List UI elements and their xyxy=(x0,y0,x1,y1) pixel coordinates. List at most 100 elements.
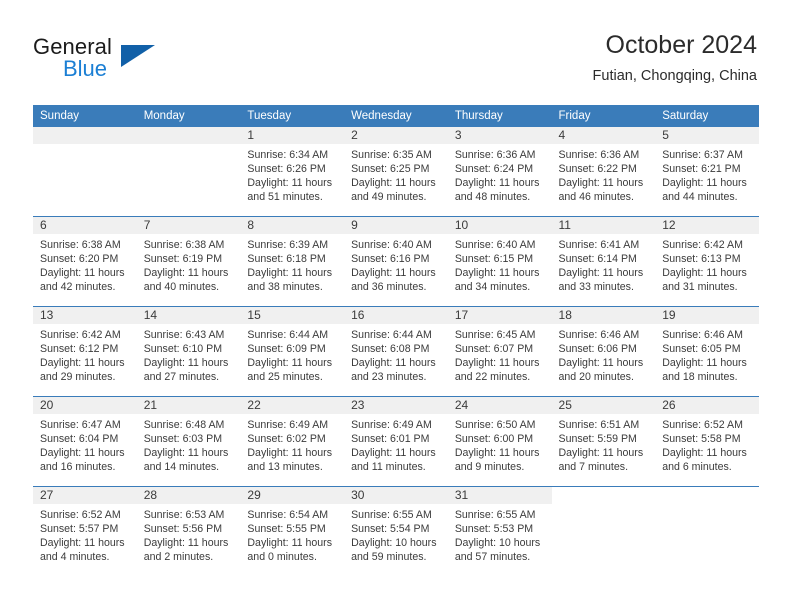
day-number: 25 xyxy=(551,397,656,414)
day-number: 10 xyxy=(447,217,552,234)
day-number: 7 xyxy=(136,217,241,234)
calendar-day-cell[interactable]: 6 Sunrise: 6:38 AM Sunset: 6:20 PM Daylight… xyxy=(33,216,137,307)
day-details: Sunrise: 6:44 AM Sunset: 6:08 PM Daylight:… xyxy=(344,324,448,384)
sunset-text: Sunset: 6:06 PM xyxy=(558,343,637,356)
day-number: 31 xyxy=(447,487,552,504)
day-details: Sunrise: 6:42 AM Sunset: 6:12 PM Daylight:… xyxy=(33,324,137,384)
calendar-day-cell[interactable]: 11 Sunrise: 6:41 AM Sunset: 6:14 PM Dayligh… xyxy=(551,216,656,307)
sunset-text: Sunset: 6:22 PM xyxy=(558,163,637,176)
day-details: Sunrise: 6:55 AM Sunset: 5:53 PM Daylight:… xyxy=(448,504,552,564)
title-block: October 2024 Futian, Chongqing, China xyxy=(593,30,757,86)
daylight-text-line1: Daylight: 11 hours xyxy=(247,447,333,460)
sunrise-text: Sunrise: 6:55 AM xyxy=(454,509,536,521)
calendar-day-cell[interactable]: 27 Sunrise: 6:52 AM Sunset: 5:57 PM Dayligh… xyxy=(33,486,137,576)
calendar-day-cell[interactable]: 4 Sunrise: 6:36 AM Sunset: 6:22 PM Daylight… xyxy=(551,127,656,217)
daylight-text-line2: and 34 minutes. xyxy=(454,281,531,294)
calendar-day-cell[interactable]: 12 Sunrise: 6:42 AM Sunset: 6:13 PM Dayligh… xyxy=(655,216,759,307)
sunrise-text: Sunrise: 6:41 AM xyxy=(558,239,640,251)
day-details: Sunrise: 6:35 AM Sunset: 6:25 PM Daylight:… xyxy=(344,144,448,204)
day-number: 30 xyxy=(344,487,448,504)
calendar-day-cell[interactable]: 1 Sunrise: 6:34 AM Sunset: 6:26 PM Daylight… xyxy=(240,127,345,217)
daylight-text-line2: and 49 minutes. xyxy=(351,191,427,204)
day-details: Sunrise: 6:47 AM Sunset: 6:04 PM Daylight:… xyxy=(33,414,137,474)
sunset-text: Sunset: 5:57 PM xyxy=(40,523,119,536)
sunrise-text: Sunrise: 6:54 AM xyxy=(247,509,329,521)
daylight-text-line2: and 14 minutes. xyxy=(143,461,220,474)
daylight-text-line1: Daylight: 11 hours xyxy=(143,357,229,370)
calendar-day-cell[interactable]: 25 Sunrise: 6:51 AM Sunset: 5:59 PM Dayligh… xyxy=(551,396,656,487)
sunrise-text: Sunrise: 6:36 AM xyxy=(454,149,536,161)
day-number: 20 xyxy=(33,397,137,414)
daylight-text-line2: and 2 minutes. xyxy=(143,551,214,564)
sunrise-text: Sunrise: 6:55 AM xyxy=(351,509,432,521)
calendar-week-row: 1 Sunrise: 6:34 AM Sunset: 6:26 PM Daylight… xyxy=(33,127,759,217)
calendar-day-cell[interactable]: 17 Sunrise: 6:45 AM Sunset: 6:07 PM Dayligh… xyxy=(447,306,552,397)
sunset-text: Sunset: 5:53 PM xyxy=(454,523,534,536)
calendar-day-cell[interactable]: 14 Sunrise: 6:43 AM Sunset: 6:10 PM Dayligh… xyxy=(136,306,241,397)
day-number: 17 xyxy=(447,307,552,324)
daylight-text-line1: Daylight: 11 hours xyxy=(351,357,436,370)
daylight-text-line1: Daylight: 11 hours xyxy=(247,357,333,370)
sunset-text: Sunset: 5:55 PM xyxy=(247,523,326,536)
daylight-text-line1: Daylight: 11 hours xyxy=(558,447,644,460)
calendar-day-cell[interactable]: 9 Sunrise: 6:40 AM Sunset: 6:16 PM Daylight… xyxy=(344,216,448,307)
calendar-day-cell[interactable]: 2 Sunrise: 6:35 AM Sunset: 6:25 PM Daylight… xyxy=(344,127,448,217)
daylight-text-line1: Daylight: 11 hours xyxy=(351,447,436,460)
day-details: Sunrise: 6:38 AM Sunset: 6:20 PM Daylight:… xyxy=(33,234,137,294)
day-number: 2 xyxy=(344,127,448,144)
sunrise-text: Sunrise: 6:40 AM xyxy=(454,239,536,251)
calendar-day-cell[interactable]: 29 Sunrise: 6:54 AM Sunset: 5:55 PM Dayligh… xyxy=(240,486,345,576)
calendar-header-row: Sunday Monday Tuesday Wednesday Thursday… xyxy=(33,105,759,127)
calendar-day-cell[interactable]: 28 Sunrise: 6:53 AM Sunset: 5:56 PM Dayligh… xyxy=(136,486,241,576)
calendar-empty-cell xyxy=(33,127,137,217)
calendar-day-cell[interactable]: 19 Sunrise: 6:46 AM Sunset: 6:05 PM Dayligh… xyxy=(655,306,759,397)
calendar-day-cell[interactable]: 20 Sunrise: 6:47 AM Sunset: 6:04 PM Dayligh… xyxy=(33,396,137,487)
calendar-day-cell[interactable]: 16 Sunrise: 6:44 AM Sunset: 6:08 PM Dayligh… xyxy=(344,306,448,397)
day-number: 3 xyxy=(447,127,552,144)
calendar-day-cell[interactable]: 7 Sunrise: 6:38 AM Sunset: 6:19 PM Daylight… xyxy=(136,216,241,307)
sunrise-text: Sunrise: 6:38 AM xyxy=(143,239,225,251)
weekday-header-wednesday: Wednesday xyxy=(344,105,448,127)
calendar-day-cell[interactable]: 10 Sunrise: 6:40 AM Sunset: 6:15 PM Dayligh… xyxy=(447,216,552,307)
weekday-header-friday: Friday xyxy=(551,105,656,127)
daylight-text-line1: Daylight: 11 hours xyxy=(662,447,747,460)
sunrise-text: Sunrise: 6:35 AM xyxy=(351,149,432,161)
sunrise-text: Sunrise: 6:39 AM xyxy=(247,239,329,251)
calendar-week-row: 13 Sunrise: 6:42 AM Sunset: 6:12 PM Dayligh… xyxy=(33,306,759,397)
calendar-day-cell[interactable]: 31 Sunrise: 6:55 AM Sunset: 5:53 PM Dayligh… xyxy=(447,486,552,576)
daylight-text-line1: Daylight: 11 hours xyxy=(40,357,125,370)
day-number: 5 xyxy=(655,127,759,144)
sunrise-text: Sunrise: 6:38 AM xyxy=(40,239,121,251)
page-title: October 2024 xyxy=(605,31,758,59)
calendar-day-cell[interactable]: 26 Sunrise: 6:52 AM Sunset: 5:58 PM Dayligh… xyxy=(655,396,759,487)
calendar-day-cell[interactable]: 8 Sunrise: 6:39 AM Sunset: 6:18 PM Daylight… xyxy=(240,216,345,307)
daylight-text-line1: Daylight: 11 hours xyxy=(662,267,747,280)
calendar-blank-cell xyxy=(655,486,759,576)
calendar-day-cell[interactable]: 18 Sunrise: 6:46 AM Sunset: 6:06 PM Dayligh… xyxy=(551,306,656,397)
daylight-text-line1: Daylight: 11 hours xyxy=(40,447,125,460)
generalblue-logo: General Blue xyxy=(33,34,233,90)
calendar-day-cell[interactable]: 13 Sunrise: 6:42 AM Sunset: 6:12 PM Dayligh… xyxy=(33,306,137,397)
day-details: Sunrise: 6:48 AM Sunset: 6:03 PM Daylight:… xyxy=(137,414,241,474)
calendar-day-cell[interactable]: 30 Sunrise: 6:55 AM Sunset: 5:54 PM Dayligh… xyxy=(344,486,448,576)
calendar-day-cell[interactable]: 5 Sunrise: 6:37 AM Sunset: 6:21 PM Daylight… xyxy=(655,127,759,217)
calendar-day-cell[interactable]: 24 Sunrise: 6:50 AM Sunset: 6:00 PM Dayligh… xyxy=(447,396,552,487)
daylight-text-line2: and 29 minutes. xyxy=(40,371,116,384)
daylight-text-line1: Daylight: 11 hours xyxy=(143,537,229,550)
daylight-text-line1: Daylight: 11 hours xyxy=(454,357,540,370)
sunset-text: Sunset: 6:24 PM xyxy=(454,163,534,176)
calendar-page: General Blue October 2024 Futian, Chongq… xyxy=(0,0,792,612)
daylight-text-line1: Daylight: 11 hours xyxy=(454,177,540,190)
day-details: Sunrise: 6:52 AM Sunset: 5:58 PM Daylight:… xyxy=(655,414,759,474)
day-details: Sunrise: 6:55 AM Sunset: 5:54 PM Daylight:… xyxy=(344,504,448,564)
calendar-day-cell[interactable]: 21 Sunrise: 6:48 AM Sunset: 6:03 PM Dayligh… xyxy=(136,396,241,487)
calendar-day-cell[interactable]: 3 Sunrise: 6:36 AM Sunset: 6:24 PM Daylight… xyxy=(447,127,552,217)
calendar-day-cell[interactable]: 15 Sunrise: 6:44 AM Sunset: 6:09 PM Dayligh… xyxy=(240,306,345,397)
day-number: 8 xyxy=(240,217,345,234)
day-number: 21 xyxy=(136,397,241,414)
calendar-day-cell[interactable]: 23 Sunrise: 6:49 AM Sunset: 6:01 PM Dayligh… xyxy=(344,396,448,487)
daylight-text-line2: and 22 minutes. xyxy=(454,371,531,384)
sunset-text: Sunset: 6:01 PM xyxy=(351,433,430,446)
calendar-day-cell[interactable]: 22 Sunrise: 6:49 AM Sunset: 6:02 PM Dayligh… xyxy=(240,396,345,487)
calendar-body: 1 Sunrise: 6:34 AM Sunset: 6:26 PM Daylight… xyxy=(33,127,759,576)
